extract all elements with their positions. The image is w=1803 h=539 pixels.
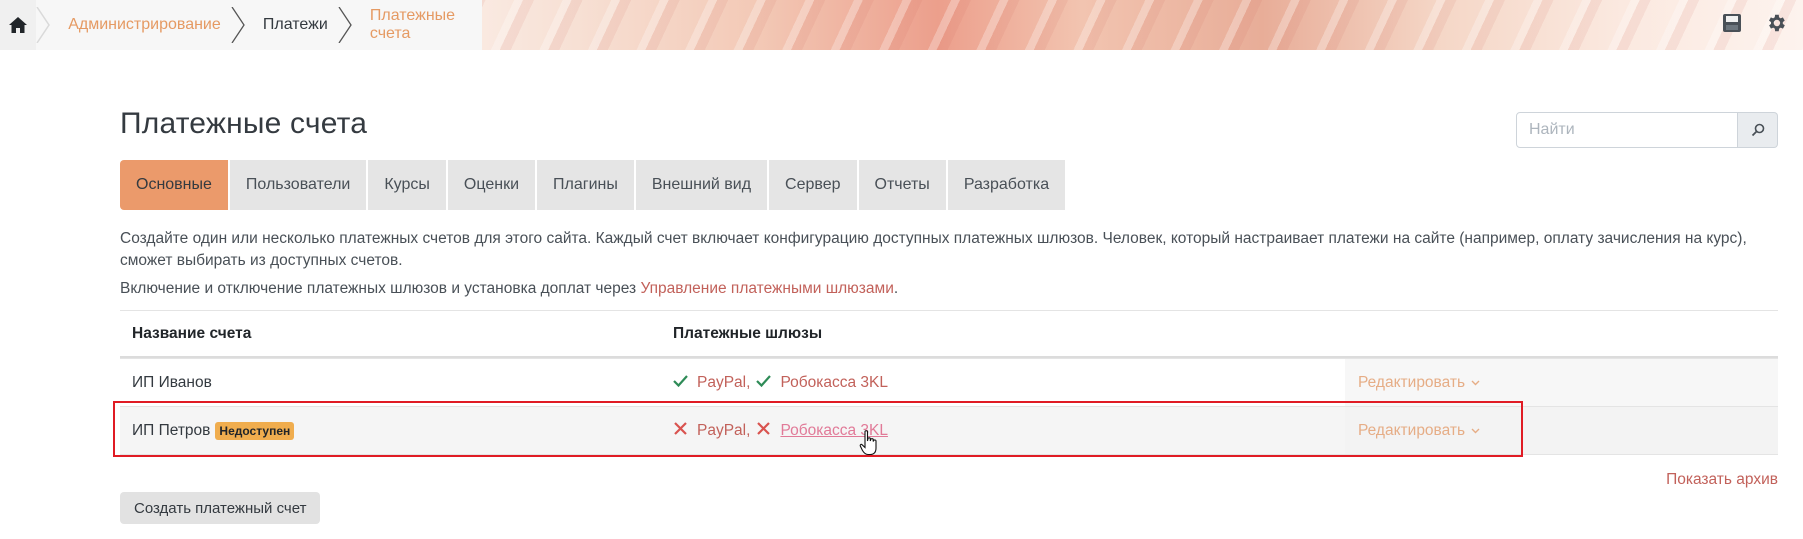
page-title: Платежные счета bbox=[120, 107, 368, 140]
highlight-box bbox=[113, 401, 1523, 457]
tab-server[interactable]: Сервер bbox=[769, 160, 857, 210]
tab-users[interactable]: Пользователи bbox=[229, 160, 367, 210]
gateway-separator: , bbox=[746, 373, 751, 391]
tab-general[interactable]: Основные bbox=[120, 160, 228, 210]
chevron-right-icon bbox=[231, 0, 245, 50]
manage-gateways-link[interactable]: Управление платежными шлюзами bbox=[640, 280, 893, 297]
tab-grades[interactable]: Оценки bbox=[447, 160, 536, 210]
gateway-info-end: . bbox=[893, 280, 899, 297]
edit-menu[interactable]: Редактировать bbox=[1358, 374, 1480, 392]
column-header-gateways: Платежные шлюзы bbox=[673, 324, 823, 342]
chevron-right-icon bbox=[36, 0, 51, 50]
column-header-name[interactable]: Название счета bbox=[132, 325, 251, 343]
search-button[interactable] bbox=[1738, 112, 1778, 148]
page-header: Администрирование Платежи Платежные счет… bbox=[0, 0, 1803, 50]
tab-development[interactable]: Разработка bbox=[947, 160, 1066, 210]
account-name: ИП Иванов bbox=[132, 373, 212, 391]
gateway-info-text: Включение и отключение платежных шлюзов … bbox=[120, 280, 641, 297]
gateway-link[interactable]: PayPal bbox=[697, 374, 746, 392]
search-input[interactable] bbox=[1516, 112, 1738, 148]
check-icon bbox=[673, 373, 697, 393]
chevron-right-icon bbox=[338, 0, 352, 50]
tab-appearance[interactable]: Внешний вид bbox=[635, 160, 768, 210]
tab-reports[interactable]: Отчеты bbox=[858, 160, 946, 210]
save-icon[interactable] bbox=[1721, 12, 1743, 38]
check-icon bbox=[756, 373, 780, 393]
gear-icon[interactable] bbox=[1765, 12, 1787, 38]
show-archive-link[interactable]: Показать архив bbox=[1666, 471, 1778, 489]
tab-courses[interactable]: Курсы bbox=[368, 160, 446, 210]
gateway-link[interactable]: Робокасса 3KL bbox=[780, 374, 888, 392]
create-account-button[interactable]: Создать платежный счет bbox=[120, 492, 321, 524]
page-description: Создайте один или несколько платежных сч… bbox=[120, 230, 1747, 269]
tab-plugins[interactable]: Плагины bbox=[537, 160, 634, 210]
breadcrumb: Администрирование Платежи Платежные счет… bbox=[0, 0, 482, 50]
admin-tabs: Основные Пользователи Курсы Оценки Плаги… bbox=[120, 160, 1066, 210]
home-icon[interactable] bbox=[0, 0, 37, 50]
hand-cursor-icon bbox=[859, 430, 877, 456]
breadcrumb-item-admin[interactable]: Администрирование bbox=[50, 0, 231, 50]
header-actions bbox=[1721, 0, 1803, 50]
table-row: ИП Иванов PayPal, Робокасса 3KL Редактир… bbox=[120, 358, 1778, 406]
table-header-row: Название счета Платежные шлюзы bbox=[120, 310, 1778, 358]
gateways-cell: PayPal, Робокасса 3KL bbox=[673, 373, 888, 393]
breadcrumb-item-payments[interactable]: Платежи bbox=[245, 0, 338, 50]
search-icon bbox=[1751, 123, 1764, 137]
chevron-down-icon bbox=[1471, 380, 1480, 385]
gateway-info: Включение и отключение платежных шлюзов … bbox=[120, 280, 898, 298]
edit-label: Редактировать bbox=[1358, 373, 1466, 391]
breadcrumb-item-accounts[interactable]: Платежные счета bbox=[352, 0, 482, 50]
